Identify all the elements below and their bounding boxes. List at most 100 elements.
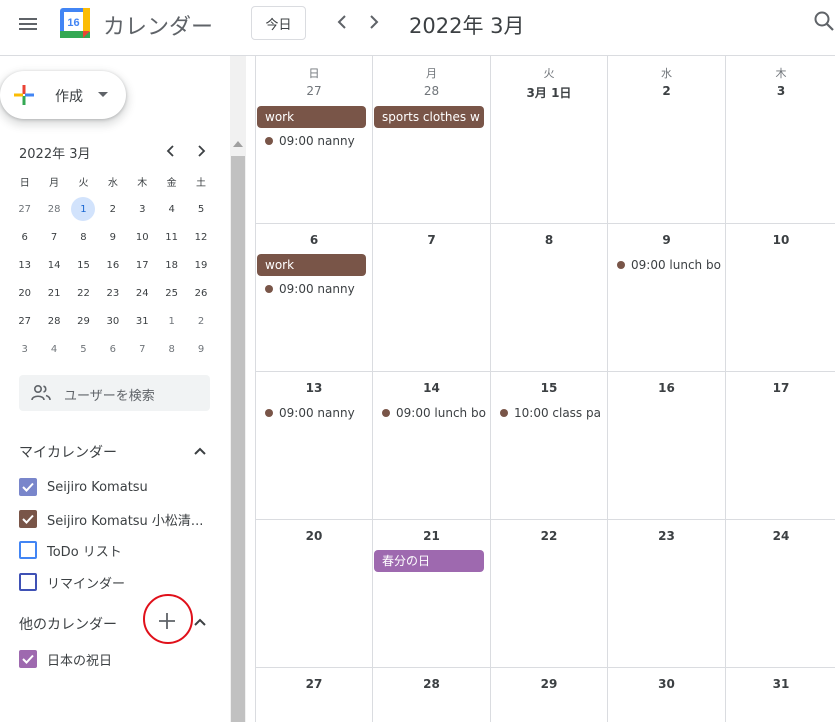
holiday-chip[interactable]: 春分の日 [374, 550, 484, 572]
mini-day[interactable]: 27 [10, 195, 39, 223]
day-cell[interactable]: 23 [608, 520, 726, 668]
day-cell[interactable]: 火 3月 1日 [491, 56, 608, 224]
mini-day[interactable]: 20 [10, 279, 39, 307]
mini-day-selected[interactable]: 1 [69, 195, 98, 223]
scroll-up-arrow-icon[interactable] [233, 141, 243, 147]
day-cell[interactable]: 7 [373, 224, 491, 372]
mini-day[interactable]: 28 [39, 195, 68, 223]
mini-day[interactable]: 4 [157, 195, 186, 223]
day-cell[interactable]: 6 work 09:00 nanny [256, 224, 373, 372]
mini-day[interactable]: 9 [186, 335, 215, 363]
other-calendars-collapse-button[interactable] [190, 612, 210, 632]
mini-prev-month-button[interactable] [161, 141, 181, 161]
mini-day[interactable]: 16 [98, 251, 127, 279]
day-cell[interactable]: 31 [726, 668, 835, 722]
day-cell[interactable]: 29 [491, 668, 608, 722]
checkbox-unchecked-icon[interactable] [19, 573, 37, 591]
mini-day[interactable]: 12 [186, 223, 215, 251]
mini-day[interactable]: 7 [128, 335, 157, 363]
day-cell[interactable]: 9 09:00 lunch bo [608, 224, 726, 372]
event-item[interactable]: 09:00 lunch bo [617, 256, 723, 274]
mini-day[interactable]: 3 [10, 335, 39, 363]
day-cell[interactable]: 22 [491, 520, 608, 668]
mini-day[interactable]: 6 [10, 223, 39, 251]
mini-day[interactable]: 5 [69, 335, 98, 363]
day-cell[interactable]: 木 3 [726, 56, 835, 224]
mini-day[interactable]: 25 [157, 279, 186, 307]
day-cell[interactable]: 15 10:00 class pa [491, 372, 608, 520]
mini-day[interactable]: 7 [39, 223, 68, 251]
day-cell[interactable]: 10 [726, 224, 835, 372]
mini-day[interactable]: 9 [98, 223, 127, 251]
mini-day[interactable]: 14 [39, 251, 68, 279]
day-cell[interactable]: 24 [726, 520, 835, 668]
previous-month-button[interactable] [330, 10, 354, 34]
event-item[interactable]: 09:00 lunch bo [382, 404, 488, 422]
sidebar-scrollbar[interactable] [230, 56, 246, 722]
day-cell[interactable]: 13 09:00 nanny [256, 372, 373, 520]
checkbox-checked-icon[interactable] [19, 478, 37, 496]
mini-day[interactable]: 30 [98, 307, 127, 335]
mini-day[interactable]: 5 [186, 195, 215, 223]
event-chip[interactable]: work [257, 254, 366, 276]
day-cell[interactable]: 月 28 sports clothes w [373, 56, 491, 224]
mini-day[interactable]: 13 [10, 251, 39, 279]
mini-day[interactable]: 23 [98, 279, 127, 307]
mini-day[interactable]: 28 [39, 307, 68, 335]
day-cell[interactable]: 21 春分の日 [373, 520, 491, 668]
scroll-thumb[interactable] [231, 156, 245, 722]
create-button[interactable]: 作成 [0, 71, 126, 119]
my-calendar-item[interactable]: Seijiro Komatsu 小松清... [19, 507, 203, 531]
mini-day[interactable]: 24 [128, 279, 157, 307]
search-button[interactable] [812, 9, 835, 35]
day-cell[interactable]: 17 [726, 372, 835, 520]
event-item[interactable]: 09:00 nanny [265, 404, 355, 422]
day-cell[interactable]: 28 [373, 668, 491, 722]
mini-day[interactable]: 26 [186, 279, 215, 307]
day-cell[interactable]: 日 27 work 09:00 nanny [256, 56, 373, 224]
mini-day[interactable]: 21 [39, 279, 68, 307]
mini-day[interactable]: 8 [157, 335, 186, 363]
today-button[interactable]: 今日 [251, 6, 306, 40]
mini-day[interactable]: 1 [157, 307, 186, 335]
mini-day[interactable]: 22 [69, 279, 98, 307]
my-calendar-item[interactable]: ToDo リスト [19, 538, 122, 562]
mini-day[interactable]: 2 [186, 307, 215, 335]
mini-day[interactable]: 4 [39, 335, 68, 363]
day-cell[interactable]: 水 2 [608, 56, 726, 224]
mini-day[interactable]: 8 [69, 223, 98, 251]
mini-next-month-button[interactable] [191, 141, 211, 161]
search-users-input[interactable]: ユーザーを検索 [19, 375, 210, 411]
my-calendar-item[interactable]: リマインダー [19, 570, 125, 594]
mini-day[interactable]: 27 [10, 307, 39, 335]
day-cell[interactable]: 20 [256, 520, 373, 668]
day-cell[interactable]: 14 09:00 lunch bo [373, 372, 491, 520]
mini-day[interactable]: 31 [128, 307, 157, 335]
main-menu-button[interactable] [12, 8, 44, 40]
my-calendar-item[interactable]: Seijiro Komatsu [19, 475, 148, 499]
checkbox-checked-icon[interactable] [19, 650, 37, 668]
mini-day[interactable]: 19 [186, 251, 215, 279]
day-cell[interactable]: 27 [256, 668, 373, 722]
day-cell[interactable]: 8 [491, 224, 608, 372]
event-item[interactable]: 09:00 nanny [265, 132, 355, 150]
event-item[interactable]: 10:00 class pa [500, 404, 605, 422]
checkbox-unchecked-icon[interactable] [19, 541, 37, 559]
other-calendar-item[interactable]: 日本の祝日 [19, 647, 112, 671]
checkbox-checked-icon[interactable] [19, 510, 37, 528]
mini-day[interactable]: 17 [128, 251, 157, 279]
mini-day[interactable]: 18 [157, 251, 186, 279]
mini-day[interactable]: 11 [157, 223, 186, 251]
event-chip[interactable]: sports clothes w [374, 106, 484, 128]
mini-day[interactable]: 29 [69, 307, 98, 335]
day-cell[interactable]: 16 [608, 372, 726, 520]
mini-day[interactable]: 10 [128, 223, 157, 251]
event-item[interactable]: 09:00 nanny [265, 280, 355, 298]
mini-day[interactable]: 15 [69, 251, 98, 279]
my-calendars-collapse-button[interactable] [190, 441, 210, 461]
next-month-button[interactable] [362, 10, 386, 34]
event-chip[interactable]: work [257, 106, 366, 128]
mini-day[interactable]: 6 [98, 335, 127, 363]
mini-day[interactable]: 3 [128, 195, 157, 223]
day-cell[interactable]: 30 [608, 668, 726, 722]
